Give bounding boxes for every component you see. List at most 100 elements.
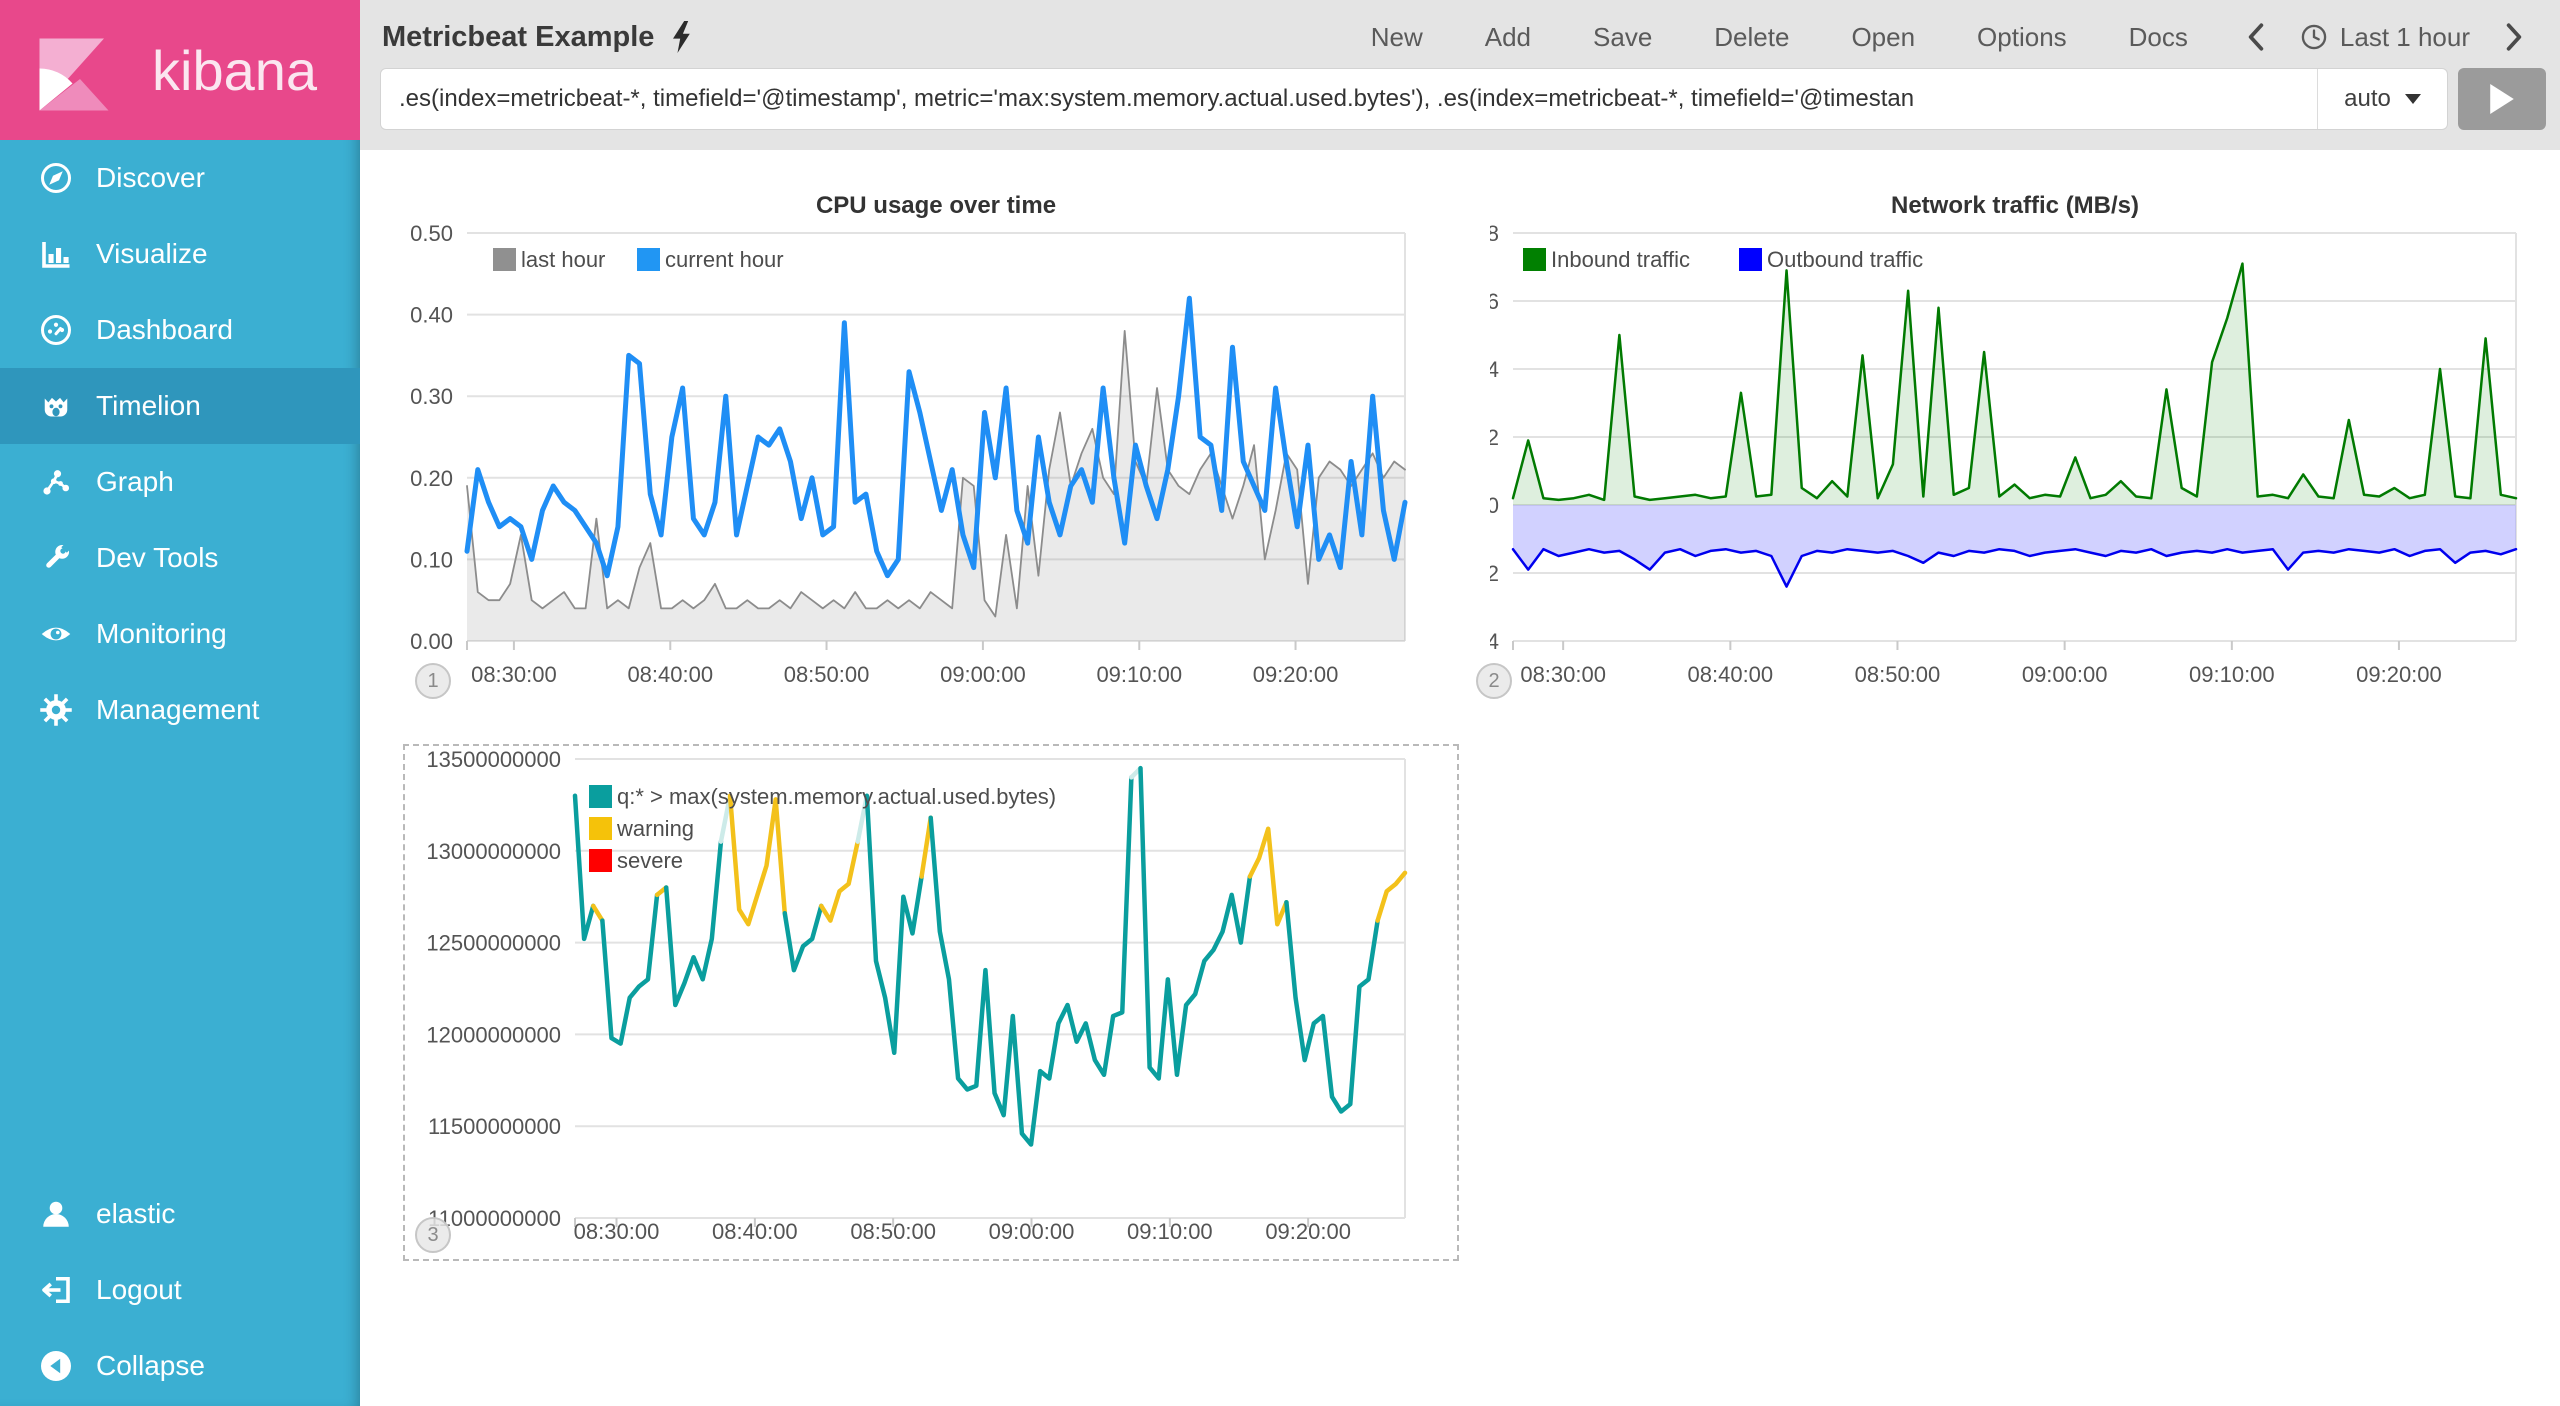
legend-swatch[interactable] bbox=[589, 785, 612, 808]
sidebar-item-management[interactable]: Management bbox=[0, 672, 360, 748]
x-tick-label: 08:40:00 bbox=[1688, 662, 1774, 687]
timelion-expression-input[interactable] bbox=[381, 69, 2317, 129]
sidebar-item-label: Logout bbox=[96, 1274, 182, 1306]
user-icon bbox=[38, 1196, 74, 1232]
legend-swatch[interactable] bbox=[589, 817, 612, 840]
sidebar-footer-item-collapse[interactable]: Collapse bbox=[0, 1328, 360, 1404]
menu-item-options[interactable]: Options bbox=[1977, 22, 2067, 53]
sidebar-menu: Discover Visualize Dashboard Timelion Graph D… bbox=[0, 140, 360, 748]
menu-item-new[interactable]: New bbox=[1371, 22, 1423, 53]
y-tick-label: -4 bbox=[1490, 629, 1499, 654]
x-tick-label: 09:20:00 bbox=[1253, 662, 1339, 687]
series-fill-Inbound-traffic bbox=[1513, 264, 2516, 505]
menu-item-save[interactable]: Save bbox=[1593, 22, 1652, 53]
query-row: auto bbox=[380, 68, 2546, 130]
legend-label[interactable]: q:* > max(system.memory.actual.used.byte… bbox=[617, 784, 1056, 809]
time-picker-label: Last 1 hour bbox=[2340, 22, 2470, 53]
y-tick-label: 0.50 bbox=[410, 221, 453, 246]
menu-item-delete[interactable]: Delete bbox=[1714, 22, 1789, 53]
time-picker-group: Last 1 hour bbox=[2246, 22, 2524, 53]
x-tick-label: 08:50:00 bbox=[1855, 662, 1941, 687]
y-tick-label: 12000000000 bbox=[426, 1022, 561, 1047]
y-tick-label: 13000000000 bbox=[426, 839, 561, 864]
sidebar-item-discover[interactable]: Discover bbox=[0, 140, 360, 216]
series-line-q-max-system-memory-actual-used-bytes- bbox=[602, 895, 657, 1044]
timelion-expression-box: auto bbox=[380, 68, 2448, 130]
sidebar: kibana Discover Visualize Dashboard Timelio… bbox=[0, 0, 360, 1406]
clock-icon bbox=[2300, 23, 2328, 51]
sidebar-item-graph[interactable]: Graph bbox=[0, 444, 360, 520]
caret-down-icon bbox=[2405, 94, 2421, 104]
x-tick-label: 09:20:00 bbox=[2356, 662, 2442, 687]
sidebar-item-label: Timelion bbox=[96, 390, 201, 422]
y-tick-label: 11500000000 bbox=[428, 1114, 561, 1139]
legend-swatch[interactable] bbox=[637, 248, 660, 271]
y-tick-label: 8 bbox=[1490, 221, 1499, 246]
run-expression-button[interactable] bbox=[2458, 68, 2546, 130]
y-tick-label: 0.30 bbox=[410, 384, 453, 409]
sidebar-item-label: Dev Tools bbox=[96, 542, 218, 574]
sidebar-footer: elastic Logout Collapse bbox=[0, 1176, 360, 1404]
sidebar-item-label: Discover bbox=[96, 162, 205, 194]
x-tick-label: 09:00:00 bbox=[989, 1219, 1075, 1244]
menu-item-add[interactable]: Add bbox=[1485, 22, 1531, 53]
panel-badge-2: 2 bbox=[1476, 663, 1512, 699]
y-tick-label: 0.00 bbox=[410, 629, 453, 654]
legend-label[interactable]: severe bbox=[617, 848, 683, 873]
y-tick-label: 0.10 bbox=[410, 547, 453, 572]
sidebar-item-visualize[interactable]: Visualize bbox=[0, 216, 360, 292]
sidebar-item-label: Dashboard bbox=[96, 314, 233, 346]
graph-icon bbox=[38, 464, 74, 500]
network-traffic-chart[interactable]: 86420-2-408:30:0008:40:0008:50:0009:00:0… bbox=[1490, 185, 2552, 700]
series-line-q-max-system-memory-actual-used-bytes- bbox=[730, 796, 785, 925]
legend-swatch[interactable] bbox=[589, 849, 612, 872]
menu-item-docs[interactable]: Docs bbox=[2129, 22, 2188, 53]
legend-label[interactable]: Outbound traffic bbox=[1767, 247, 1923, 272]
chevron-right-icon[interactable] bbox=[2504, 22, 2524, 52]
timelion-lion-icon bbox=[38, 388, 74, 424]
x-tick-label: 09:00:00 bbox=[2022, 662, 2108, 687]
legend-label[interactable]: current hour bbox=[665, 247, 784, 272]
compass-icon bbox=[38, 160, 74, 196]
sidebar-item-label: Graph bbox=[96, 466, 174, 498]
sidebar-item-label: Monitoring bbox=[96, 618, 227, 650]
title-row: Metricbeat Example New Add Save Delete Open O… bbox=[360, 0, 2560, 64]
interval-select[interactable]: auto bbox=[2317, 69, 2447, 129]
legend-label[interactable]: last hour bbox=[521, 247, 605, 272]
legend-swatch[interactable] bbox=[493, 248, 516, 271]
panel-badge-3: 3 bbox=[415, 1217, 451, 1253]
y-tick-label: 4 bbox=[1490, 357, 1499, 382]
series-line-q-max-system-memory-actual-used-bytes- bbox=[1140, 768, 1249, 1078]
y-tick-label: 13500000000 bbox=[426, 747, 561, 772]
legend-swatch[interactable] bbox=[1739, 248, 1762, 271]
series-fill-Outbound-traffic bbox=[1513, 505, 2516, 587]
chevron-left-icon[interactable] bbox=[2246, 22, 2266, 52]
sidebar-item-label: elastic bbox=[96, 1198, 175, 1230]
menu-item-open[interactable]: Open bbox=[1851, 22, 1915, 53]
sidebar-item-label: Visualize bbox=[96, 238, 208, 270]
sidebar-item-timelion[interactable]: Timelion bbox=[0, 368, 360, 444]
legend-swatch[interactable] bbox=[1523, 248, 1546, 271]
memory-chart[interactable]: 1350000000013000000000125000000001200000… bbox=[403, 744, 1459, 1261]
sidebar-item-dev-tools[interactable]: Dev Tools bbox=[0, 520, 360, 596]
wrench-icon bbox=[38, 540, 74, 576]
panel-badge-1: 1 bbox=[415, 663, 451, 699]
sidebar-item-monitoring[interactable]: Monitoring bbox=[0, 596, 360, 672]
x-tick-label: 08:30:00 bbox=[1520, 662, 1606, 687]
sidebar-item-dashboard[interactable]: Dashboard bbox=[0, 292, 360, 368]
collapse-icon bbox=[38, 1348, 74, 1384]
gear-icon bbox=[38, 692, 74, 728]
sidebar-footer-item-logout[interactable]: Logout bbox=[0, 1252, 360, 1328]
page-title: Metricbeat Example bbox=[382, 21, 654, 54]
kibana-logo[interactable]: kibana bbox=[0, 0, 360, 140]
legend-label[interactable]: warning bbox=[616, 816, 694, 841]
sidebar-footer-item-elastic[interactable]: elastic bbox=[0, 1176, 360, 1252]
legend-label[interactable]: Inbound traffic bbox=[1551, 247, 1690, 272]
y-tick-label: 0 bbox=[1490, 493, 1499, 518]
y-tick-label: 6 bbox=[1490, 289, 1499, 314]
x-tick-label: 08:30:00 bbox=[574, 1219, 660, 1244]
time-picker-button[interactable]: Last 1 hour bbox=[2300, 22, 2470, 53]
x-tick-label: 09:00:00 bbox=[940, 662, 1026, 687]
cpu-usage-chart[interactable]: 0.500.400.300.200.100.0008:30:0008:40:00… bbox=[400, 185, 1462, 700]
x-tick-label: 09:10:00 bbox=[2189, 662, 2275, 687]
